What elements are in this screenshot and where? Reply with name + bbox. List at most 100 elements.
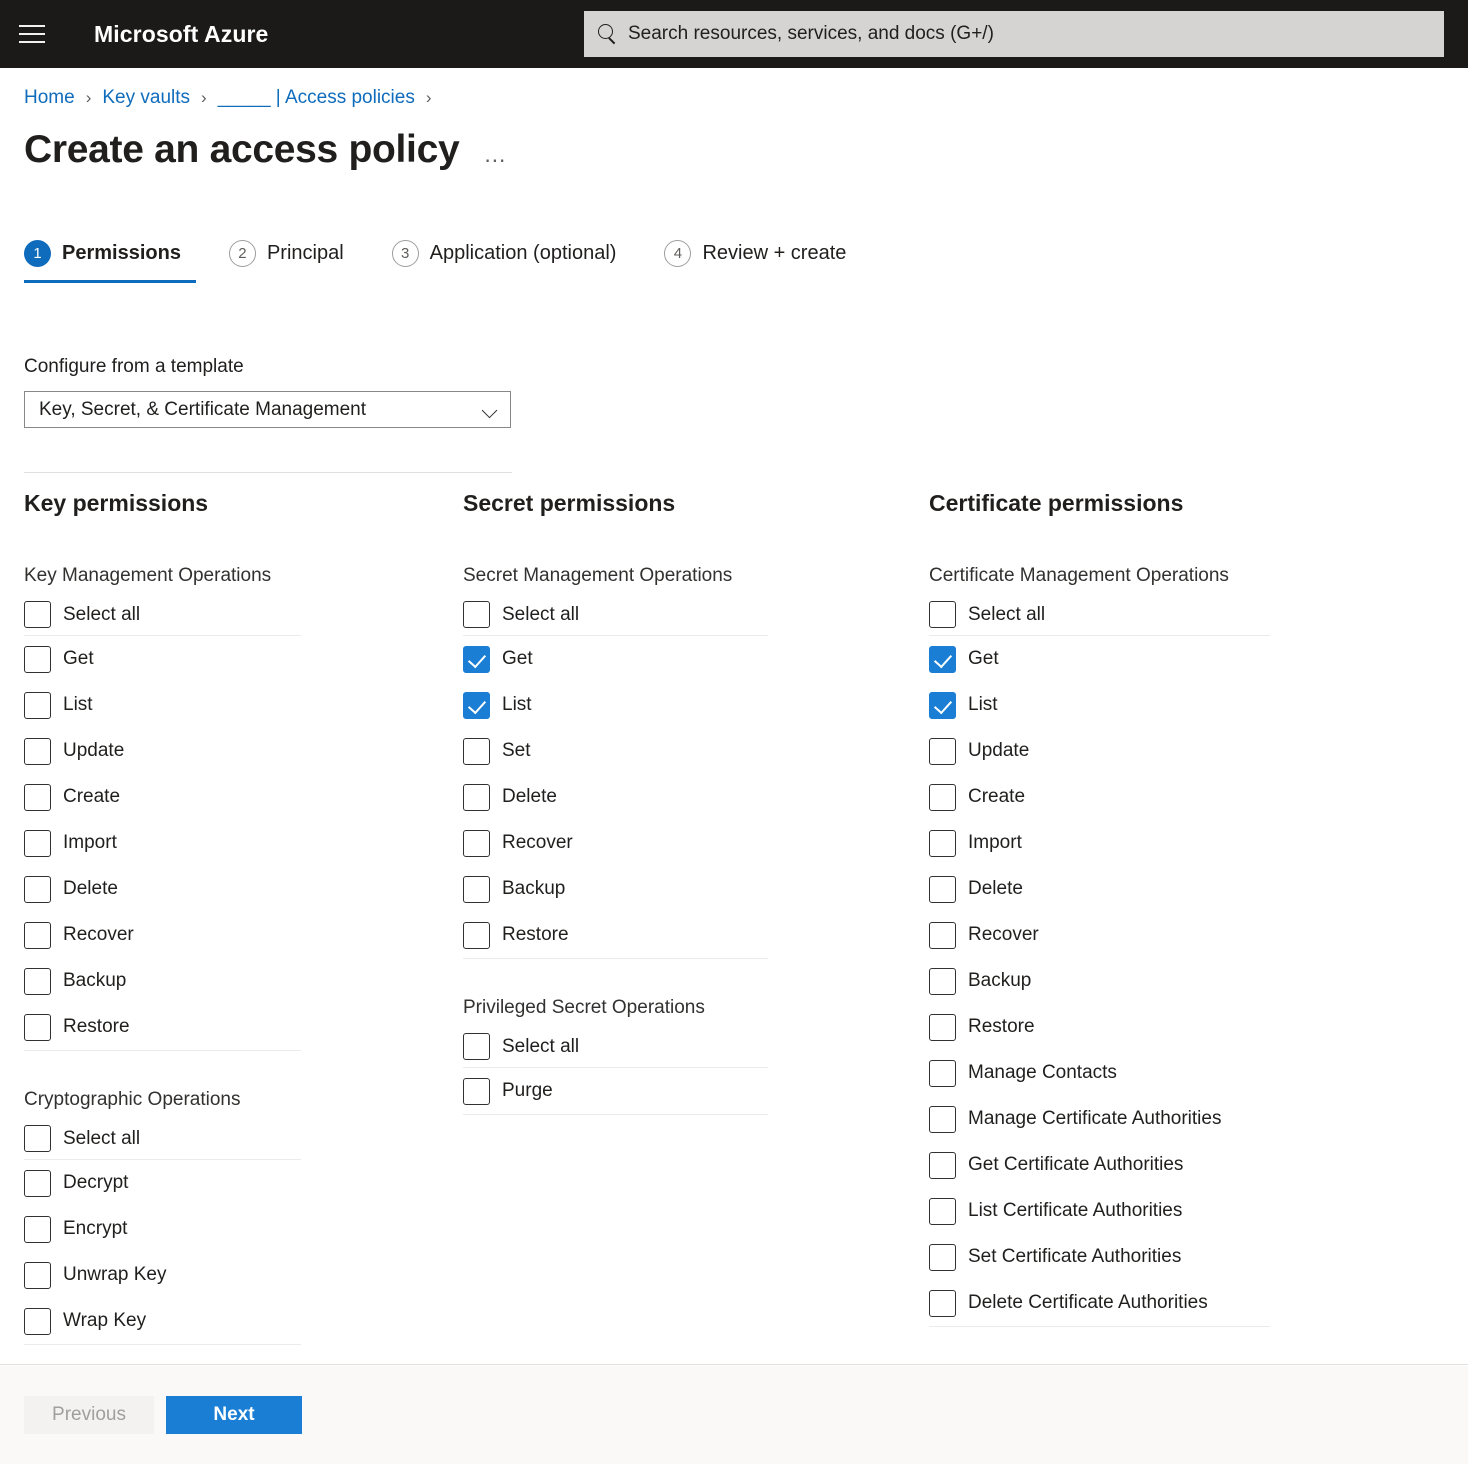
select-all-checkbox-row-certificate-management-operations[interactable]: Select all <box>929 594 1270 635</box>
checkbox-unchecked-icon[interactable] <box>929 1151 956 1179</box>
checkbox-unchecked-icon[interactable] <box>24 737 51 765</box>
checkbox-unchecked-icon[interactable] <box>929 1059 956 1087</box>
permission-checkbox-row-list[interactable]: List <box>929 682 1270 728</box>
permission-checkbox-row-delete[interactable]: Delete <box>463 774 768 820</box>
permission-checkbox-row-delete[interactable]: Delete <box>24 866 301 912</box>
checkbox-unchecked-icon[interactable] <box>24 875 51 903</box>
breadcrumb-item-key-vaults[interactable]: Key vaults <box>102 87 190 109</box>
checkbox-unchecked-icon[interactable] <box>929 829 956 857</box>
more-actions-icon[interactable]: … <box>483 143 507 174</box>
checkbox-unchecked-icon[interactable] <box>24 691 51 719</box>
permission-checkbox-row-list-certificate-authorities[interactable]: List Certificate Authorities <box>929 1188 1270 1234</box>
permission-group-cryptographic-operations: Cryptographic Operations Select all Decryp… <box>24 1089 301 1345</box>
checkbox-unchecked-icon[interactable] <box>24 1215 51 1243</box>
permission-checkbox-row-restore[interactable]: Restore <box>463 912 768 958</box>
checkbox-unchecked-icon[interactable] <box>463 1033 490 1060</box>
select-all-checkbox-row-cryptographic-operations[interactable]: Select all <box>24 1118 301 1159</box>
checkbox-unchecked-icon[interactable] <box>929 737 956 765</box>
checkbox-checked-icon[interactable] <box>463 691 490 719</box>
permission-checkbox-row-delete[interactable]: Delete <box>929 866 1270 912</box>
checkbox-checked-icon[interactable] <box>929 691 956 719</box>
checkbox-unchecked-icon[interactable] <box>24 783 51 811</box>
select-all-checkbox-row-privileged-secret-operations[interactable]: Select all <box>463 1026 768 1067</box>
permission-checkbox-row-create[interactable]: Create <box>929 774 1270 820</box>
global-search-input[interactable]: Search resources, services, and docs (G+… <box>584 11 1444 57</box>
permission-checkbox-row-list[interactable]: List <box>463 682 768 728</box>
hamburger-icon[interactable] <box>8 10 56 58</box>
checkbox-unchecked-icon[interactable] <box>929 1105 956 1133</box>
checkbox-unchecked-icon[interactable] <box>24 1261 51 1289</box>
checkbox-unchecked-icon[interactable] <box>463 783 490 811</box>
permission-label: Encrypt <box>63 1218 128 1239</box>
select-all-checkbox-row-secret-management-operations[interactable]: Select all <box>463 594 768 635</box>
permission-checkbox-row-create[interactable]: Create <box>24 774 301 820</box>
checkbox-unchecked-icon[interactable] <box>929 783 956 811</box>
checkbox-unchecked-icon[interactable] <box>929 1243 956 1271</box>
permission-checkbox-row-backup[interactable]: Backup <box>929 958 1270 1004</box>
wizard-tab-application-optional[interactable]: 3 Application (optional) <box>391 240 637 283</box>
permission-checkbox-row-recover[interactable]: Recover <box>24 912 301 958</box>
checkbox-unchecked-icon[interactable] <box>463 1077 490 1105</box>
checkbox-unchecked-icon[interactable] <box>24 645 51 673</box>
permission-checkbox-row-get[interactable]: Get <box>24 636 301 682</box>
checkbox-unchecked-icon[interactable] <box>463 875 490 903</box>
checkbox-unchecked-icon[interactable] <box>929 1197 956 1225</box>
checkbox-unchecked-icon[interactable] <box>463 921 490 949</box>
breadcrumb-item-access-policies[interactable]: _____ | Access policies <box>218 87 415 109</box>
checkbox-unchecked-icon[interactable] <box>463 829 490 857</box>
permission-checkbox-row-list[interactable]: List <box>24 682 301 728</box>
permission-checkbox-row-recover[interactable]: Recover <box>463 820 768 866</box>
permission-checkbox-row-manage-contacts[interactable]: Manage Contacts <box>929 1050 1270 1096</box>
permission-checkbox-row-wrap-key[interactable]: Wrap Key <box>24 1298 301 1344</box>
checkbox-unchecked-icon[interactable] <box>24 1125 51 1152</box>
checkbox-unchecked-icon[interactable] <box>463 737 490 765</box>
permission-checkbox-row-delete-certificate-authorities[interactable]: Delete Certificate Authorities <box>929 1280 1270 1326</box>
wizard-tab-permissions[interactable]: 1 Permissions <box>24 240 201 283</box>
permission-checkbox-row-backup[interactable]: Backup <box>463 866 768 912</box>
permission-checkbox-row-manage-certificate-authorities[interactable]: Manage Certificate Authorities <box>929 1096 1270 1142</box>
permission-checkbox-row-get[interactable]: Get <box>463 636 768 682</box>
permissions-scroll-area[interactable]: Key permissions Key Management Operations… <box>0 490 1468 1365</box>
azure-brand-label[interactable]: Microsoft Azure <box>94 21 268 48</box>
checkbox-checked-icon[interactable] <box>463 645 490 673</box>
permission-checkbox-row-restore[interactable]: Restore <box>929 1004 1270 1050</box>
wizard-tab-review-create[interactable]: 4 Review + create <box>664 240 866 283</box>
permission-checkbox-row-import[interactable]: Import <box>24 820 301 866</box>
checkbox-unchecked-icon[interactable] <box>24 1307 51 1335</box>
checkbox-unchecked-icon[interactable] <box>929 875 956 903</box>
checkbox-unchecked-icon[interactable] <box>463 601 490 628</box>
template-select[interactable]: Key, Secret, & Certificate Management <box>24 391 511 428</box>
permission-checkbox-row-unwrap-key[interactable]: Unwrap Key <box>24 1252 301 1298</box>
permission-checkbox-row-purge[interactable]: Purge <box>463 1068 768 1114</box>
permission-checkbox-row-backup[interactable]: Backup <box>24 958 301 1004</box>
permission-checkbox-row-encrypt[interactable]: Encrypt <box>24 1206 301 1252</box>
permission-checkbox-row-set-certificate-authorities[interactable]: Set Certificate Authorities <box>929 1234 1270 1280</box>
permission-checkbox-row-decrypt[interactable]: Decrypt <box>24 1160 301 1206</box>
checkbox-unchecked-icon[interactable] <box>929 967 956 995</box>
next-button[interactable]: Next <box>166 1396 302 1434</box>
breadcrumb-item-home[interactable]: Home <box>24 87 75 109</box>
permission-checkbox-row-recover[interactable]: Recover <box>929 912 1270 958</box>
checkbox-unchecked-icon[interactable] <box>929 921 956 949</box>
checkbox-unchecked-icon[interactable] <box>24 967 51 995</box>
checkbox-unchecked-icon[interactable] <box>24 1169 51 1197</box>
checkbox-unchecked-icon[interactable] <box>24 601 51 628</box>
permission-checkbox-row-restore[interactable]: Restore <box>24 1004 301 1050</box>
permission-checkbox-row-set[interactable]: Set <box>463 728 768 774</box>
checkbox-unchecked-icon[interactable] <box>24 829 51 857</box>
permission-checkbox-row-get-certificate-authorities[interactable]: Get Certificate Authorities <box>929 1142 1270 1188</box>
permission-checkbox-row-update[interactable]: Update <box>929 728 1270 774</box>
wizard-tab-principal[interactable]: 2 Principal <box>228 240 364 283</box>
checkbox-checked-icon[interactable] <box>929 645 956 673</box>
permission-label: Purge <box>502 1080 553 1101</box>
checkbox-unchecked-icon[interactable] <box>24 1013 51 1041</box>
checkbox-unchecked-icon[interactable] <box>929 601 956 628</box>
checkbox-unchecked-icon[interactable] <box>929 1289 956 1317</box>
checkbox-unchecked-icon[interactable] <box>929 1013 956 1041</box>
permission-checkbox-row-get[interactable]: Get <box>929 636 1270 682</box>
permission-checkbox-row-update[interactable]: Update <box>24 728 301 774</box>
permission-checkbox-row-import[interactable]: Import <box>929 820 1270 866</box>
previous-button[interactable]: Previous <box>24 1396 154 1434</box>
checkbox-unchecked-icon[interactable] <box>24 921 51 949</box>
select-all-checkbox-row-key-management-operations[interactable]: Select all <box>24 594 301 635</box>
